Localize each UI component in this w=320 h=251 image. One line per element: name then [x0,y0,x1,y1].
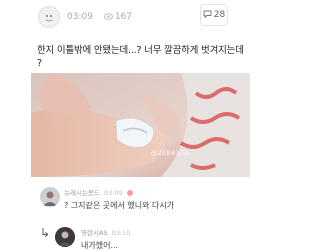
post-header: 03:09 167 28 [0,0,250,36]
speech-bubble-icon [203,10,212,21]
author-avatar[interactable] [38,6,60,28]
reply-text: 내가했어... [81,241,119,250]
comment-author-line: 뉴레시는못드 03:09 [64,187,133,197]
commenter-avatar[interactable] [40,187,60,207]
eye-icon [103,12,113,23]
post-photo[interactable]: @2EB43ZG [31,73,250,177]
comment-time: 03:09 [103,189,123,197]
view-count: 167 [114,12,132,22]
comments-section: 뉴레시는못드 03:09 ? 그지같은 곳에서 했니와 다시가 ↳ 영란시AS … [0,180,250,250]
post-time: 03:09 [67,12,93,22]
reply-author: 영란시AS [81,229,108,237]
reply-time: 03:10 [111,229,131,237]
reply-author-line: 영란시AS 03:10 [81,227,130,237]
reply-arrow-icon: ↳ [40,226,51,240]
comment-author: 뉴레시는못드 [64,189,100,197]
post-body-text: 한지 이틀밖에 안됐는데...? 너무 깔끔하게 벗겨지는데 ? [37,45,244,69]
photo-watermark: @2EB43ZG [151,149,190,157]
comment-text: ? 그지같은 곳에서 했니와 다시가 [64,201,175,210]
reply-avatar[interactable] [55,227,75,247]
post-meta: 03:09 167 [67,12,132,23]
comment-count-button[interactable]: 28 [200,4,228,26]
reply-indicator-icon [126,190,133,196]
comment-count: 28 [213,10,226,20]
